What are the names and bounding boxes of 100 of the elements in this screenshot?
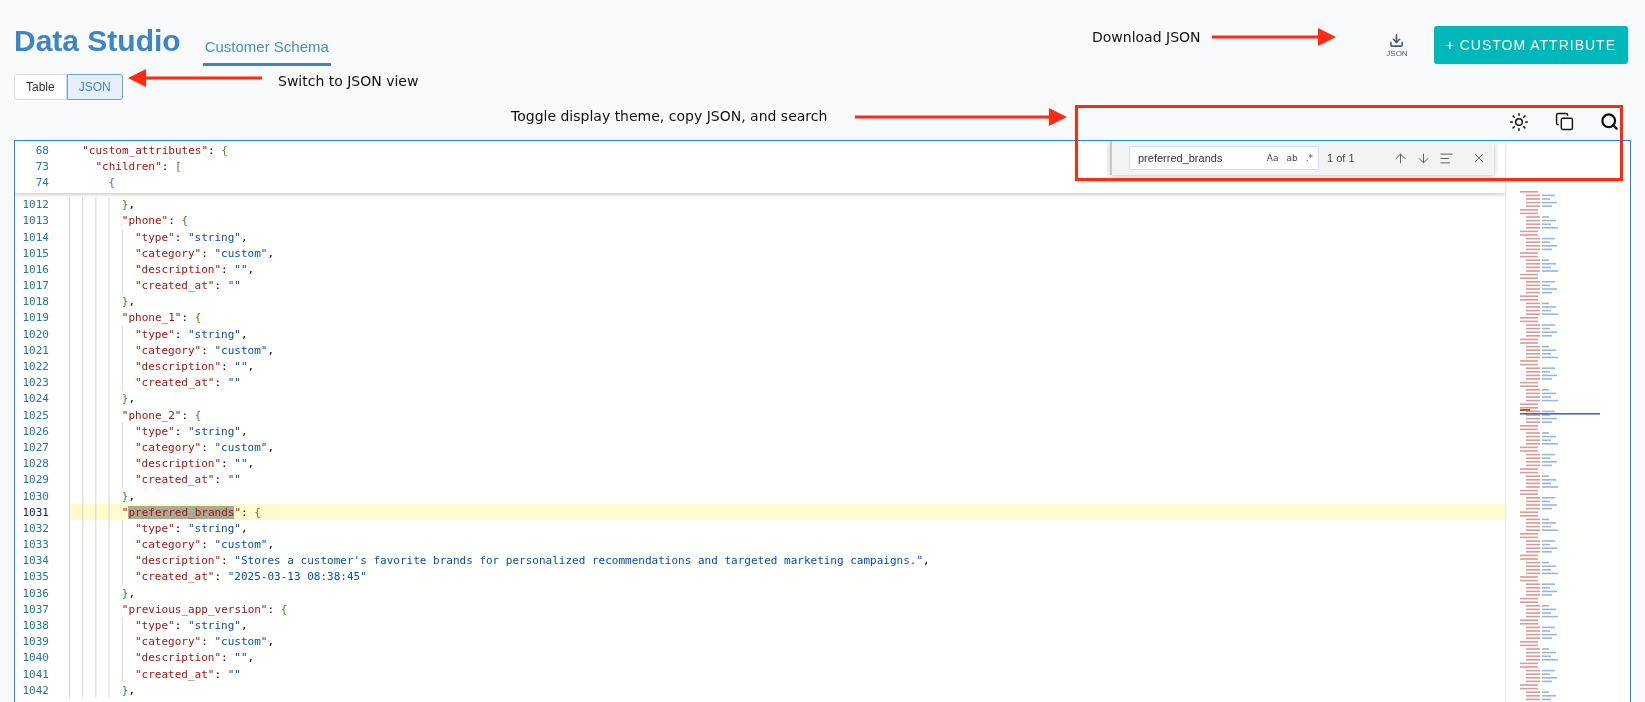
- code-token: "string": [188, 230, 241, 244]
- code-token: "category": [135, 343, 202, 357]
- code-token: :: [221, 457, 229, 471]
- line-number: 1018: [21, 295, 49, 309]
- code-token: "string": [188, 327, 241, 341]
- code-token: "": [227, 279, 241, 293]
- code-token: "phone_2": [121, 408, 182, 422]
- code-token: :: [174, 230, 183, 244]
- code-token: "description": [135, 262, 222, 276]
- code-token: }: [121, 489, 129, 503]
- search-button[interactable]: [1600, 112, 1619, 132]
- find-input[interactable]: preferred_brands Aa ab .*: [1129, 146, 1319, 170]
- line-number: 1025: [21, 408, 49, 422]
- find-option-toggle[interactable]: Aa: [1265, 153, 1280, 163]
- line-number: 1032: [21, 521, 49, 535]
- code-token: "string": [188, 521, 241, 535]
- next-match-button[interactable]: [1416, 150, 1431, 166]
- code-token: "2025-03-13 08:38:45": [227, 570, 367, 584]
- previous-match-button[interactable]: [1393, 150, 1408, 166]
- find-option-toggle[interactable]: .*: [1304, 153, 1314, 163]
- code-token: "": [234, 651, 248, 665]
- code-token: "custom": [214, 635, 268, 649]
- line-number: 1015: [21, 246, 49, 260]
- code-token: ,: [241, 521, 248, 535]
- line-number: 1029: [21, 473, 49, 487]
- code-token: ,: [128, 198, 136, 212]
- code-token: :: [214, 473, 223, 487]
- indent-guide: [69, 504, 122, 521]
- code-token: }: [121, 683, 129, 697]
- line-number: 1021: [21, 343, 49, 357]
- code-token: ,: [247, 262, 255, 276]
- code-token: "custom_attributes": [82, 143, 209, 157]
- close-button[interactable]: [1472, 151, 1486, 165]
- code-token: "custom": [214, 343, 268, 357]
- code-token: ,: [247, 651, 255, 665]
- download-icon: [1389, 32, 1405, 48]
- line-number: 1031: [21, 505, 49, 519]
- code-token: ,: [241, 327, 248, 341]
- line-number: 1037: [21, 602, 49, 616]
- code-token: ,: [241, 230, 248, 244]
- line-number: 1012: [21, 198, 49, 212]
- line-number: 1016: [21, 262, 49, 276]
- view-toggle-button[interactable]: Table: [14, 74, 67, 100]
- line-number: 1040: [21, 651, 49, 665]
- code-token: "category": [135, 246, 202, 260]
- annotation-label: Toggle display theme, copy JSON, and search: [511, 108, 828, 124]
- code-token: "phone": [121, 214, 169, 228]
- line-number: 1039: [21, 635, 49, 649]
- code-token: :: [214, 667, 223, 681]
- code-token: "created_at": [135, 570, 215, 584]
- code-token: :: [174, 327, 183, 341]
- code-token: :: [201, 440, 209, 454]
- code-token: "description": [135, 651, 222, 665]
- annotation-label: Switch to JSON view: [278, 73, 419, 89]
- code-token: "description": [135, 360, 222, 374]
- copy-json-button[interactable]: [1555, 112, 1574, 132]
- line-number: 1023: [21, 376, 49, 390]
- code-token: :: [214, 570, 223, 584]
- code-token: "created_at": [135, 279, 215, 293]
- line-number: 1033: [21, 538, 49, 552]
- code-token: "created_at": [135, 473, 215, 487]
- code-token: [: [174, 159, 182, 173]
- line-number: 1042: [21, 683, 49, 697]
- line-number: 1036: [21, 586, 49, 600]
- code-token: "type": [135, 327, 175, 341]
- download-json-button[interactable]: JSON: [1386, 32, 1408, 58]
- code-token: :: [214, 376, 223, 390]
- code-token: "": [227, 667, 241, 681]
- find-option-toggle[interactable]: ab: [1285, 153, 1299, 163]
- code-token: :: [208, 143, 216, 157]
- code-token: ,: [923, 554, 930, 568]
- line-number: 1038: [21, 619, 49, 633]
- code-token: "": [234, 262, 248, 276]
- code-token: }: [121, 198, 129, 212]
- code-token: "phone_1": [121, 311, 182, 325]
- code-token: ,: [241, 619, 248, 633]
- line-number: 1028: [21, 457, 49, 471]
- line-number: 1030: [21, 489, 49, 503]
- code-token: ,: [128, 392, 136, 406]
- line-number: 1013: [21, 214, 49, 228]
- annotation-label: Download JSON: [1092, 29, 1201, 45]
- code-token: "category": [135, 635, 202, 649]
- line-number: 68: [34, 143, 49, 157]
- code-token: :: [181, 311, 190, 325]
- code-token: ,: [128, 489, 136, 503]
- view-toggle-button[interactable]: JSON: [66, 74, 123, 100]
- code-token: "type": [135, 230, 175, 244]
- code-token: ": [121, 505, 129, 519]
- theme-toggle-button[interactable]: [1509, 112, 1529, 132]
- code-token: ,: [267, 246, 275, 260]
- code-token: ": [234, 505, 241, 519]
- code-token: ,: [247, 360, 255, 374]
- line-number: 1017: [21, 279, 49, 293]
- code-token: ,: [241, 424, 248, 438]
- code-token: }: [121, 392, 129, 406]
- search-match: preferred_brands: [128, 505, 235, 519]
- line-number: 1027: [21, 440, 49, 454]
- code-token: "description": [135, 554, 222, 568]
- code-token: :: [267, 602, 276, 616]
- find-in-selection-button[interactable]: [1439, 150, 1454, 166]
